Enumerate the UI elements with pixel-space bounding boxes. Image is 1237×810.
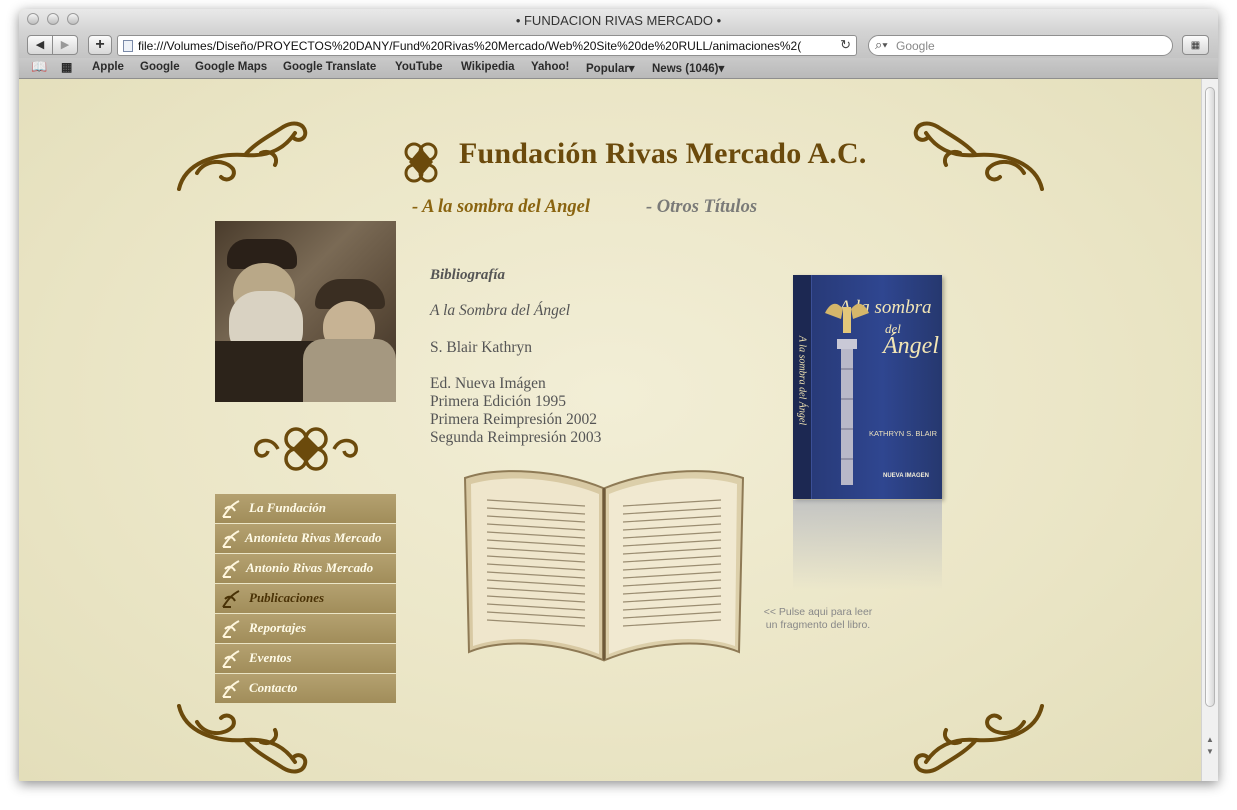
quill-icon (222, 560, 240, 578)
read-fragment-link[interactable]: << Pulse aqui para leer un fragmento del… (753, 606, 883, 632)
top-right-flourish (913, 121, 1044, 191)
bookmark-popular-menu[interactable]: Popular▾ (586, 61, 635, 75)
bookmark-apple[interactable]: Apple (92, 61, 124, 73)
menu-label: Eventos (249, 650, 292, 665)
plus-icon: + (95, 36, 105, 53)
menu-label: Reportajes (249, 620, 307, 635)
add-bookmark-button[interactable]: + (88, 35, 112, 55)
forward-button[interactable]: ▶ (52, 35, 78, 55)
bookmark-youtube[interactable]: YouTube (395, 61, 442, 73)
menu-item-eventos[interactable]: Eventos (215, 644, 396, 673)
browser-toolbar: ◀ ▶ + file:///Volumes/Diseño/PROYECTOS%2… (19, 32, 1218, 58)
menu-item-publicaciones[interactable]: Publicaciones (215, 584, 396, 613)
grid-icon: ▦ (1190, 40, 1201, 51)
open-book-image[interactable] (459, 466, 749, 662)
menu-item-reportajes[interactable]: Reportajes (215, 614, 396, 643)
main-menu: La Fundación Antonieta Rivas Mercado Ant… (215, 494, 396, 704)
menu-label: Antonio Rivas Mercado (246, 560, 374, 575)
bottom-left-flourish (177, 704, 308, 774)
edition-second-reprint: Segunda Reimpresión 2003 (430, 429, 602, 446)
ornament-divider-icon (254, 427, 358, 471)
cover-title-line-3: Ángel (883, 333, 939, 359)
quill-icon (222, 680, 240, 698)
menu-label: Antonieta Rivas Mercado (245, 530, 382, 545)
quill-icon (222, 500, 240, 518)
bottom-right-flourish (913, 704, 1044, 774)
scroll-up-arrow-icon[interactable]: ▲ (1202, 735, 1218, 744)
link-otros-titulos[interactable]: - Otros Títulos (646, 197, 757, 218)
quill-icon (222, 650, 240, 668)
page-icon (123, 40, 133, 52)
menu-item-contacto[interactable]: Contacto (215, 674, 396, 703)
reading-list-icon[interactable]: 📖 (31, 59, 47, 75)
cover-spine-title: A la sombra del Ángel (796, 335, 808, 426)
cover-publisher: NUEVA IMAGEN (883, 473, 930, 479)
top-sites-grid-icon[interactable]: ▦ (61, 60, 72, 74)
browser-window: • FUNDACION RIVAS MERCADO • ◀ ▶ + file:/… (19, 9, 1218, 781)
quill-icon (222, 530, 240, 548)
scrollbar-thumb[interactable] (1205, 87, 1215, 707)
menu-item-la-fundacion[interactable]: La Fundación (215, 494, 396, 523)
back-arrow-icon: ◀ (35, 39, 45, 51)
caption-line-1: << Pulse aqui para leer (763, 606, 873, 618)
bibliography-heading: Bibliografía (430, 267, 506, 283)
search-field[interactable]: ⌕▾ Google (868, 35, 1173, 56)
menu-item-antonieta-rivas-mercado[interactable]: Antonieta Rivas Mercado (215, 524, 396, 553)
bookmark-wikipedia[interactable]: Wikipedia (461, 61, 515, 73)
top-left-flourish (177, 121, 308, 191)
historic-photo (215, 221, 396, 402)
back-button[interactable]: ◀ (27, 35, 53, 55)
edition-first: Primera Edición 1995 (430, 393, 567, 410)
quill-icon (222, 590, 240, 608)
book-title: A la Sombra del Ángel (430, 302, 571, 319)
site-title: Fundación Rivas Mercado A.C. (459, 137, 867, 170)
bookmark-google-maps[interactable]: Google Maps (195, 61, 267, 73)
bookmark-yahoo[interactable]: Yahoo! (531, 61, 569, 73)
bookmark-news-menu[interactable]: News (1046)▾ (652, 61, 724, 75)
quill-icon (222, 620, 240, 638)
url-text: file:///Volumes/Diseño/PROYECTOS%20DANY/… (138, 39, 802, 53)
scroll-down-arrow-icon[interactable]: ▼ (1202, 747, 1218, 756)
menu-label: Contacto (249, 680, 298, 695)
edition-first-reprint: Primera Reimpresión 2002 (430, 411, 598, 428)
bookmarks-bar: 📖 ▦ Apple Google Google Maps Google Tran… (19, 58, 1218, 79)
title-bar: • FUNDACION RIVAS MERCADO • (19, 9, 1218, 32)
window-title: • FUNDACION RIVAS MERCADO • (515, 13, 722, 28)
search-icon: ⌕▾ (875, 37, 888, 52)
page-content: Fundación Rivas Mercado A.C. - A la somb… (19, 79, 1201, 781)
book-cover-reflection (793, 500, 942, 590)
book-cover[interactable]: A la sombra del Ángel A la sombra del Án… (793, 275, 942, 499)
menu-label: La Fundación (249, 500, 326, 515)
foundation-logo-icon (404, 142, 438, 183)
address-bar[interactable]: file:///Volumes/Diseño/PROYECTOS%20DANY/… (117, 35, 857, 56)
edition-publisher: Ed. Nueva Imágen (430, 375, 546, 392)
bookmark-google[interactable]: Google (140, 61, 180, 73)
vertical-scrollbar[interactable]: ▲ ▼ (1201, 79, 1218, 781)
book-author: S. Blair Kathryn (430, 339, 533, 356)
cover-author: KATHRYN S. BLAIR (869, 429, 938, 438)
search-placeholder: Google (896, 39, 935, 53)
bookmark-google-translate[interactable]: Google Translate (283, 61, 376, 73)
menu-label: Publicaciones (249, 590, 325, 605)
reload-icon[interactable]: ↻ (840, 37, 851, 53)
tabs-grid-button[interactable]: ▦ (1182, 35, 1209, 55)
link-a-la-sombra-del-angel[interactable]: - A la sombra del Angel (412, 197, 590, 218)
menu-item-antonio-rivas-mercado[interactable]: Antonio Rivas Mercado (215, 554, 396, 583)
caption-line-2: un fragmento del libro. (765, 619, 871, 631)
angel-column-icon (825, 303, 869, 485)
forward-arrow-icon: ▶ (60, 39, 70, 51)
